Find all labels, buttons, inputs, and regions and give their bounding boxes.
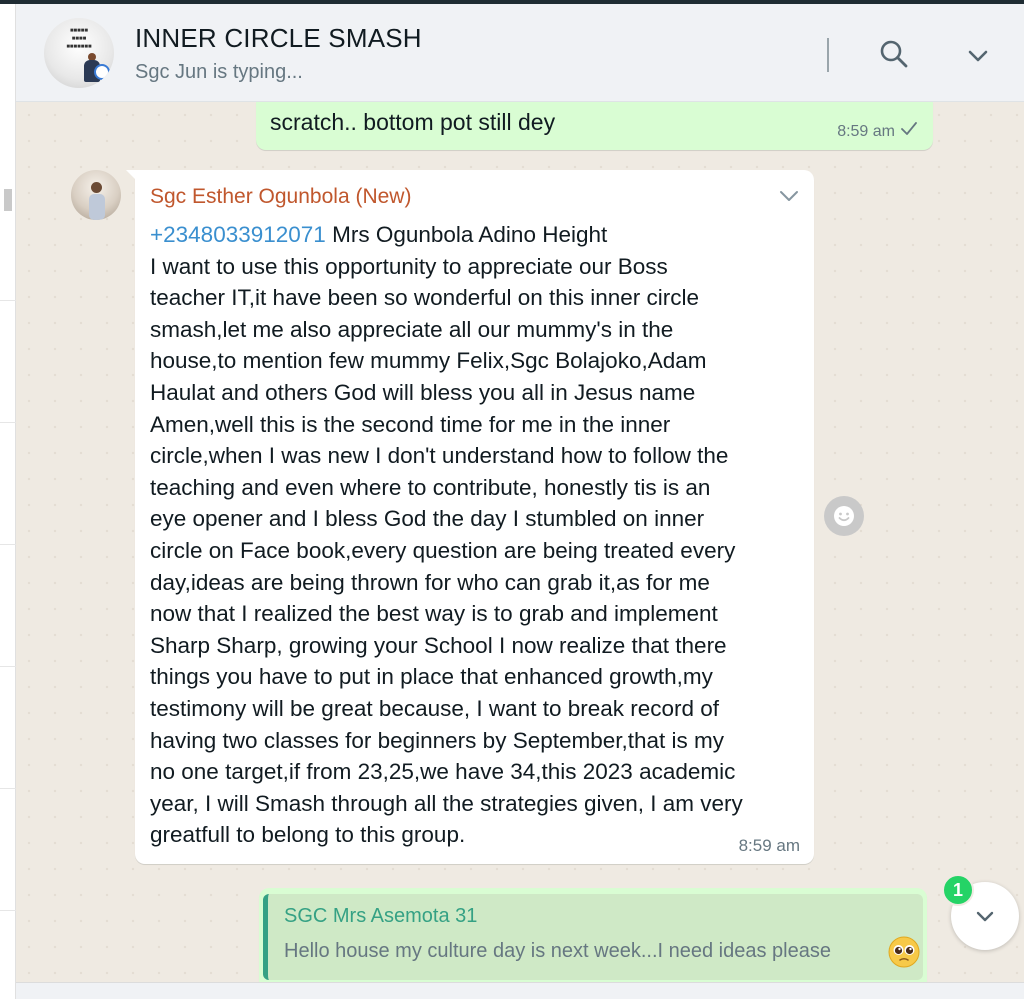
outgoing-message[interactable]: scratch.. bottom pot still dey 8:59 am [256, 102, 933, 150]
chat-header[interactable]: ■■■■■ ■■■■ ■■■■■■■ INNER CIRCLE SMASH Sg… [16, 4, 1024, 102]
message-area[interactable]: scratch.. bottom pot still dey 8:59 am S… [16, 102, 1024, 982]
message-line: smash,let me also appreciate all our mum… [150, 316, 674, 342]
outgoing-reply-message[interactable]: SGC Mrs Asemota 31 Hello house my cultur… [259, 888, 927, 982]
message-line: year, I will Smash through all the strat… [150, 790, 743, 816]
check-icon [901, 122, 917, 135]
message-line: I want to use this opportunity to apprec… [150, 253, 668, 279]
header-divider [827, 38, 829, 72]
chat-list-divider [0, 666, 16, 667]
message-line: now that I realized the best way is to g… [150, 601, 718, 627]
message-text: scratch.. bottom pot still dey [270, 109, 556, 135]
composer-bar-edge [16, 982, 1024, 999]
message-line: testimony will be great because, I want … [150, 695, 720, 721]
unread-count-badge: 1 [942, 874, 974, 906]
message-line: greatfull to belong to this group. [150, 822, 466, 848]
message-first-line: Mrs Ogunbola Adino Height [325, 222, 608, 247]
reaction-button[interactable] [824, 496, 864, 536]
incoming-message[interactable]: Sgc Esther Ogunbola (New) +2348033912071… [126, 170, 814, 864]
chevron-down-icon[interactable] [964, 42, 992, 70]
chat-list-divider [0, 910, 16, 911]
message-lines: I want to use this opportunity to apprec… [150, 251, 800, 851]
message-line: having two classes for beginners by Sept… [150, 727, 725, 753]
group-avatar[interactable]: ■■■■■ ■■■■ ■■■■■■■ [44, 18, 114, 88]
group-name[interactable]: INNER CIRCLE SMASH [135, 23, 422, 54]
phone-link[interactable]: +2348033912071 [150, 222, 326, 247]
message-time: 8:59 am [837, 123, 895, 140]
message-line: circle,when I was new I don't understand… [150, 443, 729, 469]
message-line: no one target,if from 23,25,we have 34,t… [150, 759, 736, 785]
message-line: things you have to put in place that enh… [150, 664, 713, 690]
chat-list-divider [0, 300, 16, 301]
scroll-down-icon [976, 911, 994, 922]
message-line: Haulat and others God will bless you all… [150, 379, 696, 405]
chevron-down-icon[interactable] [778, 188, 800, 204]
quoted-message[interactable]: SGC Mrs Asemota 31 Hello house my cultur… [263, 894, 923, 980]
chat-list-divider [0, 544, 16, 545]
chat-list-divider [0, 422, 16, 423]
message-line: day,ideas are being thrown for who can g… [150, 569, 710, 595]
chat-list-pane-edge [0, 4, 16, 999]
message-text: +2348033912071 Mrs Ogunbola Adino Height… [150, 219, 800, 851]
smiley-icon [834, 506, 854, 526]
sender-avatar[interactable] [71, 170, 121, 220]
message-line: Sharp Sharp, growing your School I now r… [150, 632, 727, 658]
message-line: teacher IT,it have been so wonderful on … [150, 285, 700, 311]
chat-list-scrollbar[interactable] [4, 189, 12, 211]
quoted-text: Hello house my culture day is next week.… [284, 940, 831, 962]
message-line: teaching and even where to contribute, h… [150, 474, 711, 500]
message-time: 8:59 am [738, 836, 800, 855]
pleading-face-emoji [888, 936, 920, 968]
message-line: Amen,well this is the second time for me… [150, 411, 671, 437]
chat-list-divider [0, 788, 16, 789]
sender-name[interactable]: Sgc Esther Ogunbola (New) [150, 185, 411, 209]
typing-status: Sgc Jun is typing... [135, 61, 303, 83]
message-line: house,to mention few mummy Felix,Sgc Bol… [150, 348, 707, 374]
search-icon[interactable] [878, 38, 910, 70]
message-line: eye opener and I bless God the day I stu… [150, 506, 705, 532]
quoted-sender: SGC Mrs Asemota 31 [284, 905, 478, 927]
message-line: circle on Face book,every question are b… [150, 537, 736, 563]
